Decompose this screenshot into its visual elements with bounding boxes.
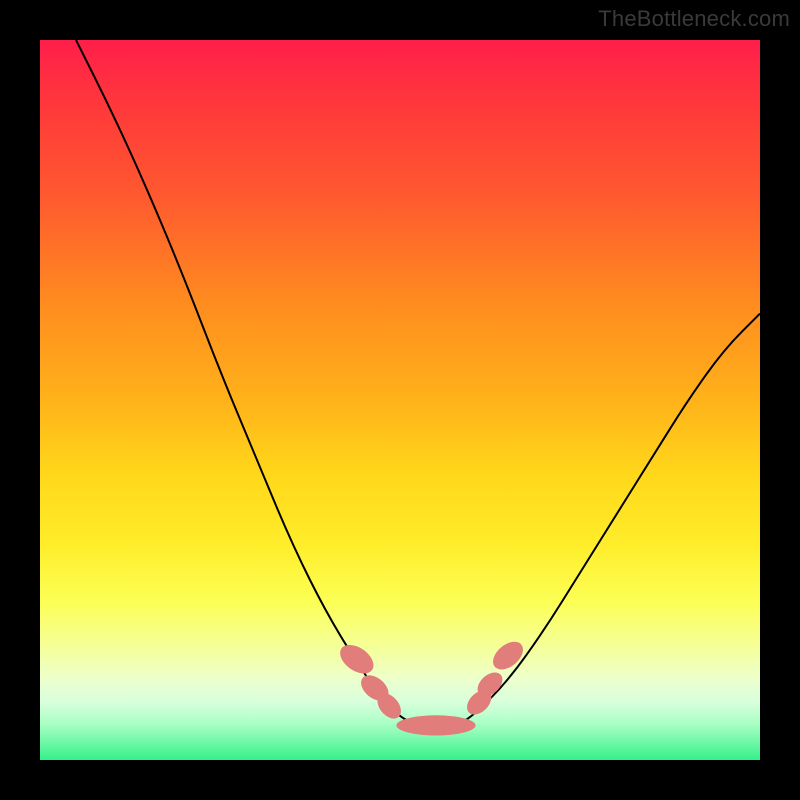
right-pod-upper — [488, 636, 528, 675]
watermark-text: TheBottleneck.com — [598, 6, 790, 32]
bottom-pod — [396, 715, 475, 735]
chart-svg — [40, 40, 760, 760]
bottleneck-curve — [76, 40, 760, 724]
marker-pods — [335, 636, 528, 735]
left-pod-upper — [335, 639, 379, 679]
outer-frame: TheBottleneck.com — [0, 0, 800, 800]
